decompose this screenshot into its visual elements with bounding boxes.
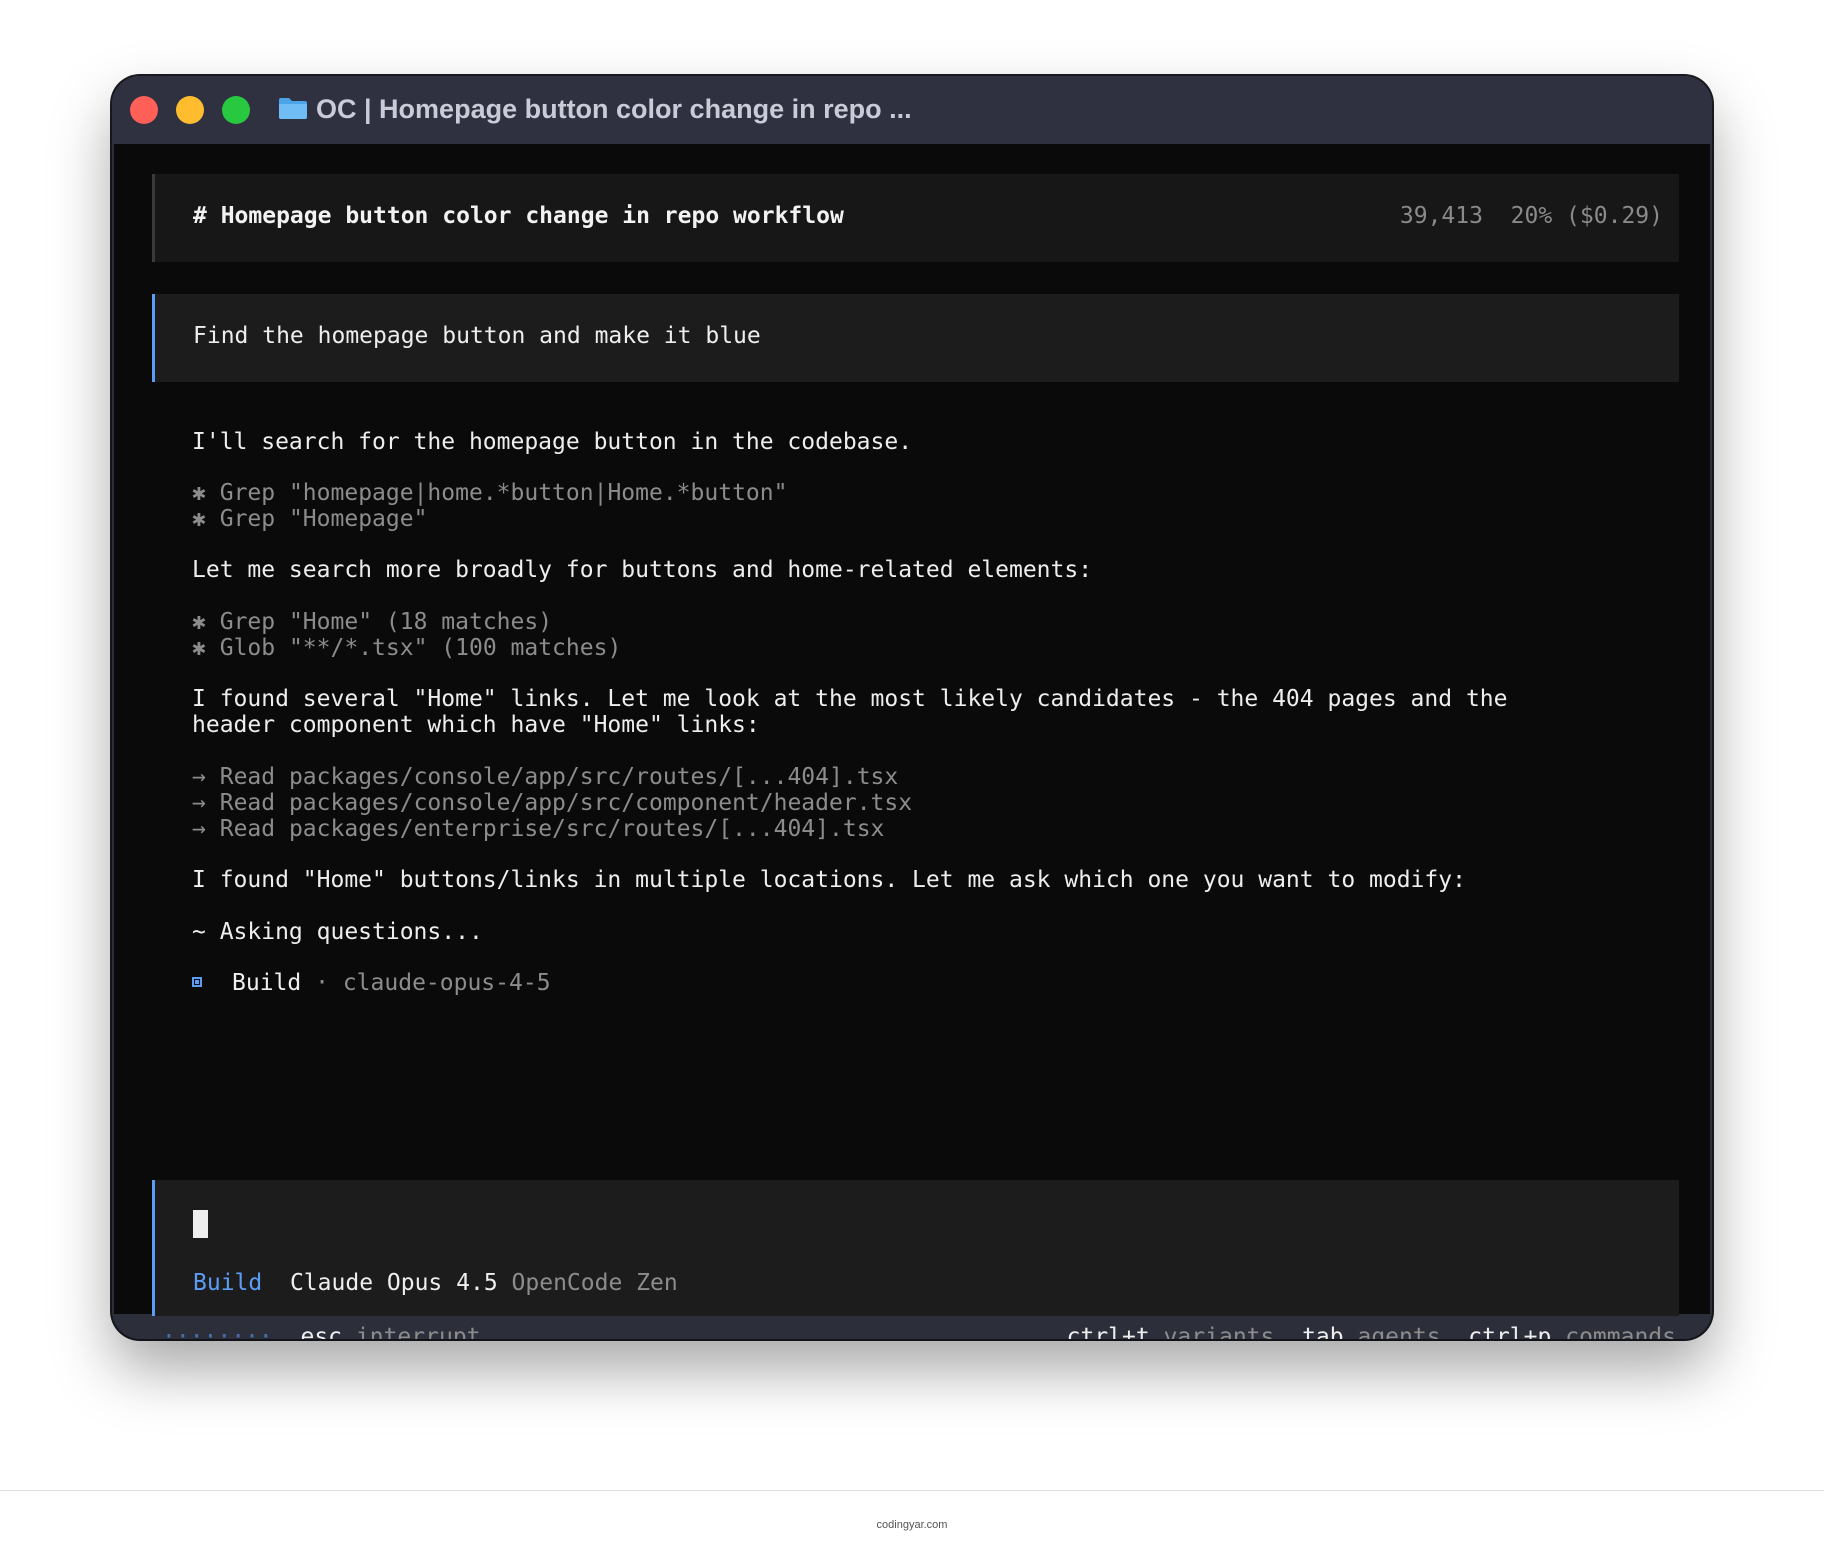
provider-name: OpenCode Zen [511, 1270, 678, 1296]
close-button[interactable] [130, 96, 158, 124]
status-asking: ~ Asking questions... [192, 919, 483, 945]
user-prompt: Find the homepage button and make it blu… [152, 294, 1679, 382]
footer-left: ········ esc interrupt [162, 1322, 481, 1339]
commands-label: commands [1565, 1324, 1676, 1339]
user-prompt-text: Find the homepage button and make it blu… [193, 323, 761, 349]
mode-label[interactable]: Build [193, 1270, 262, 1296]
variants-label: variants [1163, 1324, 1275, 1339]
agents-label: agents [1357, 1324, 1441, 1339]
asterisk-icon: ✱ [192, 609, 206, 635]
variants-key: ctrl+t [1066, 1324, 1150, 1339]
assistant-message: I'll search for the homepage button in t… [192, 429, 913, 455]
esc-key: esc [300, 1324, 343, 1339]
minimize-button[interactable] [176, 96, 204, 124]
commands-key: ctrl+p [1468, 1324, 1552, 1339]
session-header: # Homepage button color change in repo w… [152, 174, 1679, 262]
asterisk-icon: ✱ [192, 506, 206, 532]
asterisk-icon: ✱ [192, 635, 206, 661]
agent-status: Build · claude-opus-4-5 [192, 968, 551, 998]
tool-call: ✱ Grep "Homepage" [192, 506, 428, 532]
tool-call: ✱ Glob "**/*.tsx" (100 matches) [192, 635, 622, 661]
agents-key: tab [1302, 1324, 1344, 1339]
watermark-bar: codingyar.com [0, 1490, 1824, 1561]
watermark-text: codingyar.com [876, 1519, 948, 1531]
arrow-right-icon: → [192, 816, 206, 842]
token-count: 39,413 [1399, 203, 1483, 229]
window-title: OC | Homepage button color change in rep… [316, 94, 912, 124]
session-title: # Homepage button color change in repo w… [193, 203, 844, 229]
esc-label: interrupt [355, 1324, 481, 1339]
assistant-message: Let me search more broadly for buttons a… [192, 557, 1093, 583]
terminal-body: # Homepage button color change in repo w… [114, 144, 1710, 1339]
arrow-right-icon: → [192, 764, 206, 790]
folder-icon [279, 98, 307, 119]
maximize-button[interactable] [222, 96, 250, 124]
assistant-message: I found "Home" buttons/links in multiple… [192, 867, 1466, 893]
assistant-message: header component which have "Home" links… [192, 712, 760, 738]
session-stats: 39,413 20% ($0.29) [1400, 203, 1663, 229]
square-icon [192, 977, 202, 987]
spinner: ········ [162, 1324, 273, 1339]
separator-dot: · [315, 970, 329, 996]
read-call: → Read packages/enterprise/src/routes/[.… [192, 816, 885, 842]
usage-cost: 20% ($0.29) [1510, 203, 1663, 229]
terminal-window: OC | Homepage button color change in rep… [112, 76, 1712, 1339]
input-status: Build Claude Opus 4.5 OpenCode Zen [193, 1270, 678, 1296]
text-cursor [193, 1210, 208, 1238]
footer-right: ctrl+t variants tab agents ctrl+p comman… [1067, 1322, 1676, 1339]
agent-model: claude-opus-4-5 [342, 970, 551, 996]
agent-label: Build [232, 970, 302, 996]
prompt-input[interactable]: Build Claude Opus 4.5 OpenCode Zen [152, 1180, 1679, 1316]
model-name[interactable]: Claude Opus 4.5 [290, 1270, 498, 1296]
asterisk-icon: ✱ [192, 480, 206, 506]
title-bar: OC | Homepage button color change in rep… [112, 76, 1712, 144]
arrow-right-icon: → [192, 790, 206, 816]
